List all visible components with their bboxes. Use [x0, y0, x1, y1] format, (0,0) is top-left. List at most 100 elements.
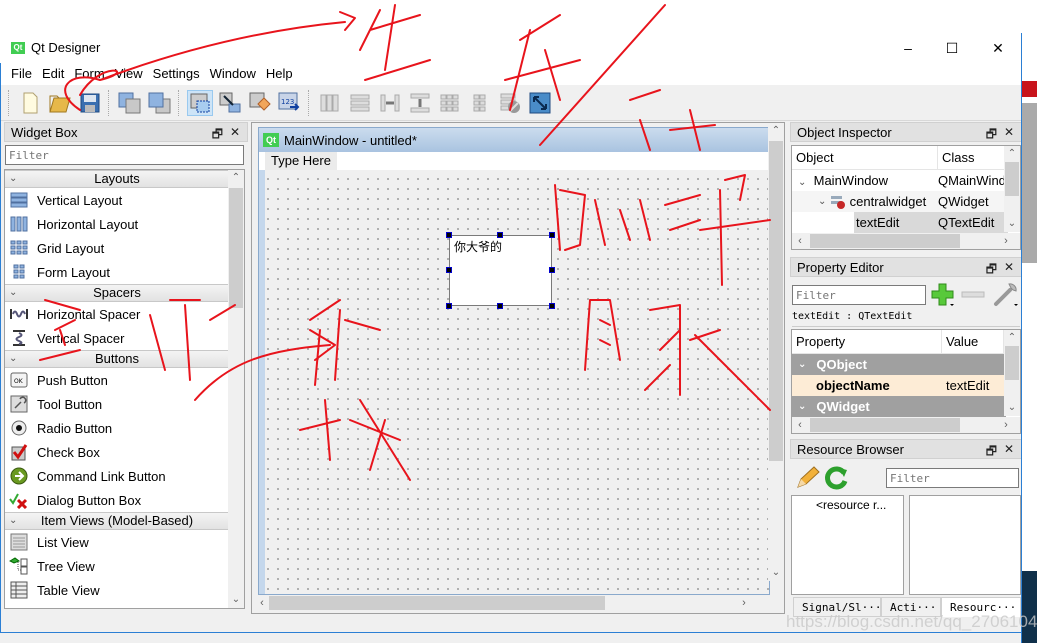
- reload-button[interactable]: [824, 465, 850, 491]
- scroll-thumb[interactable]: [810, 234, 960, 248]
- resize-handle[interactable]: [446, 232, 452, 238]
- widget-item-check-box[interactable]: Check Box: [5, 440, 229, 464]
- widget-item-list-view[interactable]: List View: [5, 530, 229, 554]
- edit-widgets-button[interactable]: [187, 89, 213, 116]
- property-table-hscrollbar[interactable]: ‹ ›: [792, 417, 1020, 433]
- resize-handle[interactable]: [497, 303, 503, 309]
- property-category-row[interactable]: ⌄ QObject: [792, 354, 1006, 375]
- scroll-up-icon[interactable]: ⌃: [768, 123, 784, 139]
- resize-handle[interactable]: [446, 303, 452, 309]
- scroll-right-icon[interactable]: ›: [736, 595, 752, 611]
- lay-out-vertical-splitter-button[interactable]: [407, 90, 433, 116]
- edit-signals-slots-button[interactable]: [217, 90, 243, 116]
- widget-item-horizontal-spacer[interactable]: Horizontal Spacer: [5, 302, 229, 326]
- widget-filter-input[interactable]: [5, 145, 244, 165]
- float-icon[interactable]: 🗗: [986, 442, 997, 463]
- scroll-thumb[interactable]: [769, 141, 783, 461]
- menu-form[interactable]: Form: [69, 63, 109, 85]
- break-layout-button[interactable]: [497, 90, 523, 116]
- close-icon[interactable]: ✕: [230, 125, 240, 139]
- lay-out-form-button[interactable]: [467, 90, 493, 116]
- widget-item-table-view[interactable]: Table View: [5, 578, 229, 602]
- lay-out-vertically-button[interactable]: [347, 90, 373, 116]
- edit-resources-button[interactable]: [794, 465, 820, 491]
- menu-help[interactable]: Help: [261, 63, 298, 85]
- add-dynamic-property-button[interactable]: [930, 282, 956, 308]
- widget-item-horizontal-layout[interactable]: Horizontal Layout: [5, 212, 229, 236]
- column-object[interactable]: Object: [792, 146, 938, 169]
- send-to-back-button[interactable]: [117, 90, 143, 116]
- remove-dynamic-property-button[interactable]: [960, 282, 986, 308]
- scroll-left-icon[interactable]: ‹: [792, 417, 808, 433]
- column-property[interactable]: Property: [792, 330, 942, 353]
- widget-item-vertical-layout[interactable]: Vertical Layout: [5, 188, 229, 212]
- form-vertical-scrollbar[interactable]: ⌃ ⌄: [768, 123, 784, 581]
- minimize-button[interactable]: –: [885, 33, 931, 63]
- widget-item-tool-button[interactable]: Tool Button: [5, 392, 229, 416]
- widget-item-grid-layout[interactable]: Grid Layout: [5, 236, 229, 260]
- scroll-up-icon[interactable]: ⌃: [1004, 330, 1020, 346]
- float-icon[interactable]: 🗗: [212, 125, 223, 146]
- toolbar-handle[interactable]: [8, 89, 12, 116]
- scroll-left-icon[interactable]: ‹: [254, 595, 270, 611]
- property-row[interactable]: objectName textEdit: [792, 375, 1006, 396]
- widget-item-dialog-button-box[interactable]: Dialog Button Box: [5, 488, 229, 512]
- float-icon[interactable]: 🗗: [986, 125, 997, 146]
- menu-edit[interactable]: Edit: [37, 63, 69, 85]
- lay-out-grid-button[interactable]: [437, 90, 463, 116]
- widget-category-header[interactable]: ⌄ Spacers: [5, 284, 229, 302]
- menu-view[interactable]: View: [110, 63, 148, 85]
- property-table-scrollbar[interactable]: ⌃ ⌄: [1004, 330, 1020, 416]
- chevron-down-icon[interactable]: ⌄: [818, 196, 826, 207]
- chevron-down-icon[interactable]: ⌄: [9, 285, 17, 301]
- widget-list-scrollbar[interactable]: ⌃ ⌄: [228, 170, 244, 608]
- object-tree-hscrollbar[interactable]: ‹ ›: [792, 233, 1020, 249]
- chevron-down-icon[interactable]: ⌄: [9, 351, 17, 367]
- edit-tab-order-button[interactable]: 123: [277, 90, 303, 116]
- new-form-button[interactable]: [17, 90, 43, 116]
- resize-handle[interactable]: [446, 267, 452, 273]
- menu-settings[interactable]: Settings: [148, 63, 205, 85]
- open-button[interactable]: [47, 90, 73, 116]
- resize-handle[interactable]: [497, 232, 503, 238]
- resource-filter-input[interactable]: [886, 468, 1019, 488]
- scroll-down-icon[interactable]: ⌄: [1004, 400, 1020, 416]
- chevron-down-icon[interactable]: ⌄: [9, 171, 17, 187]
- chevron-down-icon[interactable]: ⌄: [798, 177, 806, 188]
- tree-row-selected[interactable]: textEdit QTextEdit: [792, 212, 1020, 233]
- tree-row[interactable]: ⌄ MainWindow QMainWindow: [792, 170, 1020, 191]
- widget-category-header[interactable]: ⌄ Layouts: [5, 170, 229, 188]
- close-icon[interactable]: ✕: [1004, 125, 1014, 139]
- scroll-down-icon[interactable]: ⌄: [1004, 216, 1020, 232]
- lay-out-horizontal-splitter-button[interactable]: [377, 90, 403, 116]
- resize-handle[interactable]: [549, 267, 555, 273]
- chevron-down-icon[interactable]: ⌄: [798, 359, 806, 370]
- lay-out-horizontally-button[interactable]: [317, 90, 343, 116]
- type-here-menu[interactable]: Type Here: [265, 152, 337, 170]
- chevron-down-icon[interactable]: ⌄: [798, 401, 806, 412]
- close-icon[interactable]: ✕: [1004, 260, 1014, 274]
- close-button[interactable]: ✕: [975, 33, 1021, 63]
- configure-button[interactable]: [992, 280, 1020, 308]
- scroll-right-icon[interactable]: ›: [998, 233, 1014, 249]
- tree-row[interactable]: ⌄ centralwidget QWidget: [792, 191, 1020, 212]
- save-button[interactable]: [77, 90, 103, 116]
- scroll-thumb[interactable]: [269, 596, 605, 610]
- widget-item-form-layout[interactable]: Form Layout: [5, 260, 229, 284]
- scroll-thumb[interactable]: [1005, 346, 1019, 380]
- scroll-right-icon[interactable]: ›: [998, 417, 1014, 433]
- edit-buddies-button[interactable]: [247, 90, 273, 116]
- resize-handle[interactable]: [549, 303, 555, 309]
- resize-handle[interactable]: [549, 232, 555, 238]
- widget-item-radio-button[interactable]: Radio Button: [5, 416, 229, 440]
- property-value[interactable]: textEdit: [942, 378, 989, 393]
- form-canvas[interactable]: [259, 170, 769, 594]
- scroll-down-icon[interactable]: ⌄: [228, 592, 244, 608]
- scroll-down-icon[interactable]: ⌄: [768, 565, 784, 581]
- maximize-button[interactable]: ☐: [929, 33, 975, 63]
- scroll-thumb[interactable]: [1005, 162, 1019, 196]
- property-category-row[interactable]: ⌄ QWidget: [792, 396, 1006, 417]
- column-value[interactable]: Value: [942, 330, 1004, 353]
- property-filter-input[interactable]: [792, 285, 926, 305]
- resource-root-item[interactable]: <resource r...: [792, 496, 903, 512]
